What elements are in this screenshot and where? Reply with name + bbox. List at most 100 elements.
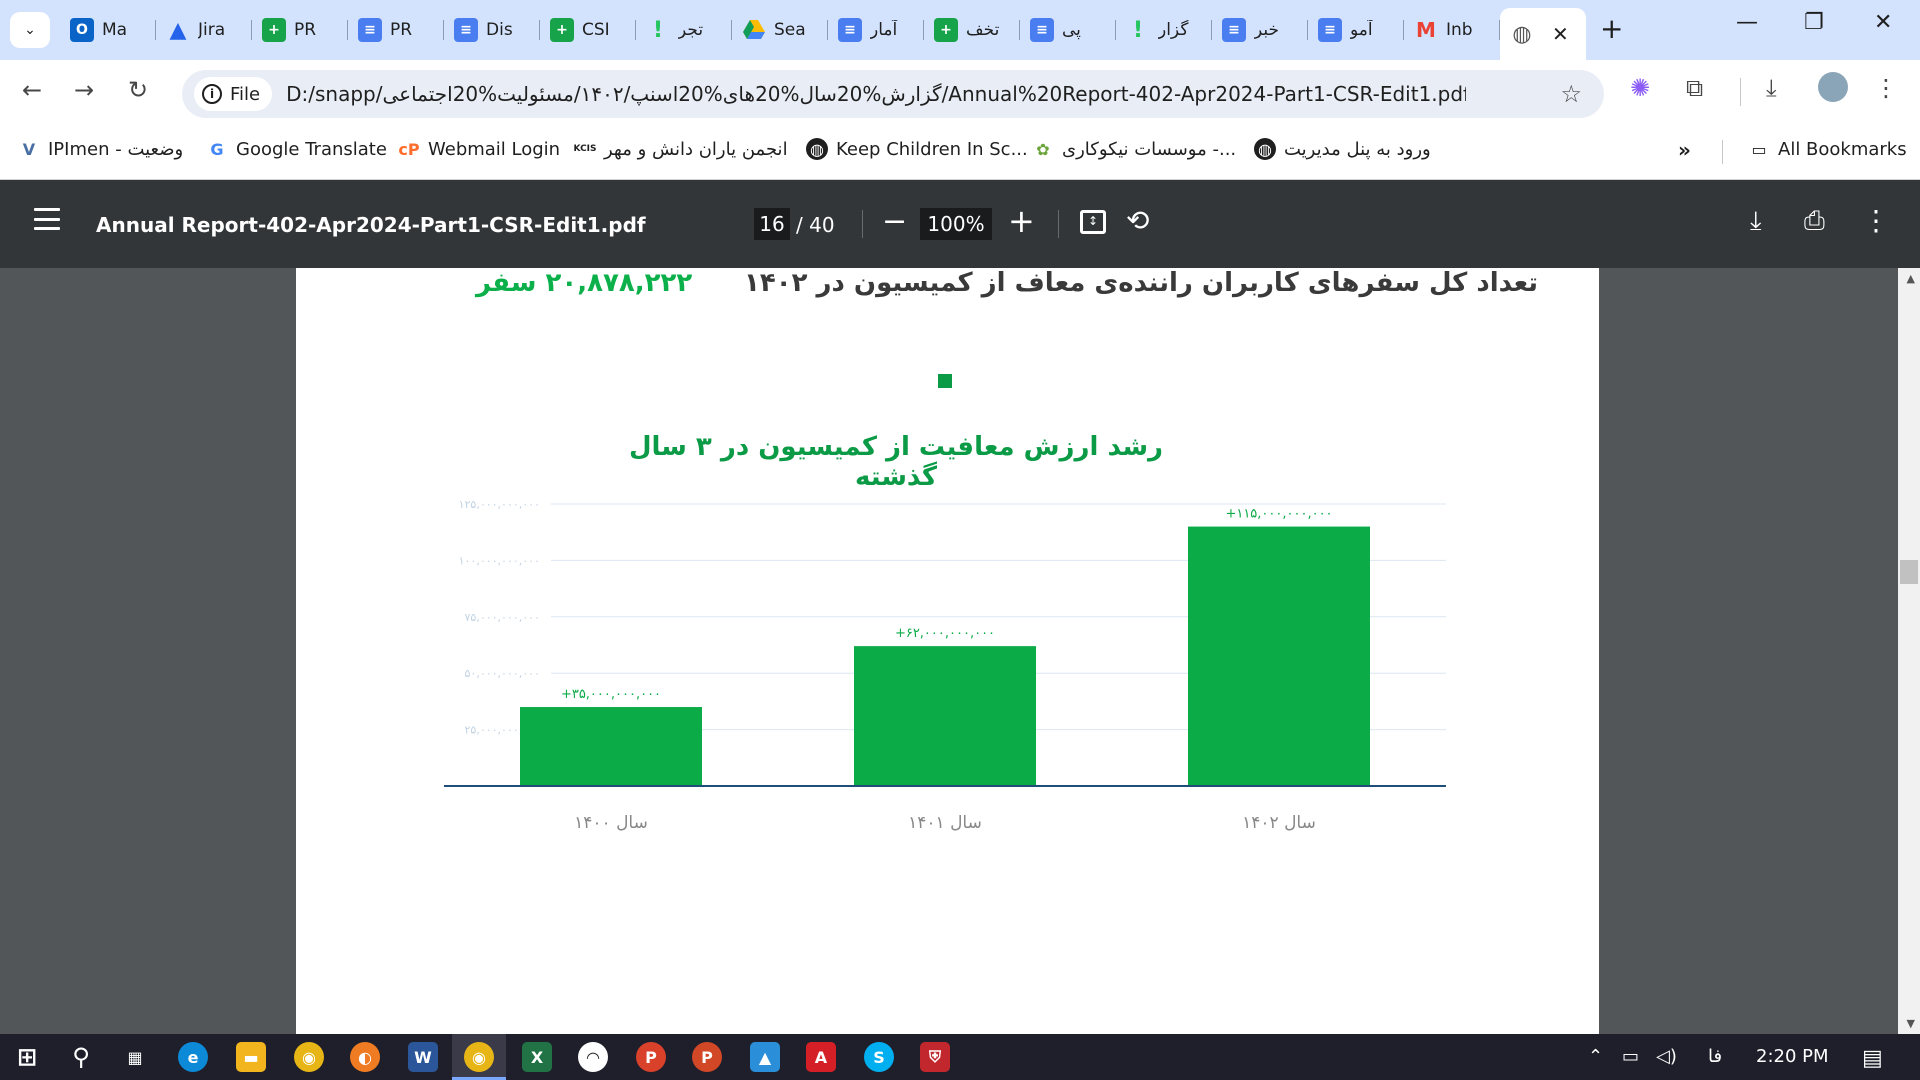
rotate-icon[interactable]: ⟲: [1126, 204, 1149, 237]
reload-button[interactable]: ↻: [128, 76, 148, 104]
fit-to-page-icon[interactable]: ↕: [1080, 210, 1106, 234]
excel-icon[interactable]: X: [522, 1042, 552, 1072]
browser-tab[interactable]: ! گزار: [1116, 8, 1212, 52]
more-actions-icon[interactable]: ⋮: [1862, 204, 1890, 237]
downloads-icon[interactable]: ⤓: [1766, 74, 1777, 102]
browser-tab[interactable]: ≡ آمار: [828, 8, 924, 52]
word-icon[interactable]: W: [408, 1042, 438, 1072]
gmail-icon: M: [1416, 18, 1436, 42]
bar: [520, 707, 702, 786]
powerpoint-icon[interactable]: P: [692, 1042, 722, 1072]
tab-search-button[interactable]: ⌄: [10, 12, 50, 48]
browser-tab[interactable]: ≡ آمو: [1308, 8, 1404, 52]
photos-icon[interactable]: ▲: [750, 1042, 780, 1072]
browser-tab[interactable]: M Inb: [1404, 8, 1500, 52]
tab-title: خبر: [1254, 20, 1280, 40]
browser-tab[interactable]: + PR: [252, 8, 348, 52]
scroll-up-icon[interactable]: ▲: [1907, 272, 1915, 285]
scrollbar-thumb[interactable]: [1900, 560, 1918, 584]
bookmark-ipimen[interactable]: V IPImen - وضعیت: [18, 138, 183, 160]
active-tab[interactable]: ◍ ✕: [1500, 8, 1586, 60]
browser-tab[interactable]: ≡ خبر: [1212, 8, 1308, 52]
bookmark-kcis[interactable]: KCIS انجمن یاران دانش و مهر: [574, 138, 788, 160]
task-view-icon[interactable]: ▦: [120, 1042, 150, 1072]
tab-title: Inb: [1446, 20, 1473, 40]
pdf-menu-icon[interactable]: [34, 208, 60, 230]
address-bar[interactable]: i File D:/snapp/گزارش%20سال%20های%20اسنپ…: [182, 70, 1604, 118]
tab-title: PR: [294, 20, 317, 40]
browser-tab[interactable]: O Ma: [60, 8, 156, 52]
p-app-icon[interactable]: P: [636, 1042, 666, 1072]
site-info-button[interactable]: i File: [194, 77, 273, 111]
back-button[interactable]: ←: [22, 76, 42, 104]
bookmark-label: انجمن یاران دانش و مهر: [604, 138, 788, 160]
volume-icon[interactable]: ◁): [1656, 1046, 1677, 1067]
google-drive-icon: [742, 18, 766, 42]
skype-icon[interactable]: S: [864, 1042, 894, 1072]
browser-tab[interactable]: + CSI: [540, 8, 636, 52]
bookmark-webmail[interactable]: cP Webmail Login: [398, 138, 560, 160]
bookmark-google-translate[interactable]: G Google Translate: [206, 138, 387, 160]
language-indicator[interactable]: فا: [1708, 1046, 1722, 1067]
browser-tab[interactable]: ≡ PR: [348, 8, 444, 52]
bookmarks-overflow-button[interactable]: »: [1678, 138, 1691, 162]
pdf-download-icon[interactable]: ⤓: [1750, 206, 1762, 237]
globe-icon: ◍: [806, 138, 828, 160]
minimize-button[interactable]: —: [1736, 10, 1758, 35]
tab-title: Dis: [486, 20, 513, 40]
zoom-out-button[interactable]: −: [882, 204, 907, 239]
close-window-button[interactable]: ✕: [1874, 10, 1892, 35]
chrome-icon[interactable]: ◉: [294, 1042, 324, 1072]
all-bookmarks-button[interactable]: ▭ All Bookmarks: [1748, 138, 1906, 160]
data-label: +۳۵,۰۰۰,۰۰۰,۰۰۰: [561, 687, 661, 702]
page-number-input[interactable]: 16: [754, 208, 790, 240]
browser-tab[interactable]: Sea: [732, 8, 828, 52]
tab-list: O Ma ▲ Jira + PR ≡ PR ≡ Dis + CSI! تجر Sea ≡ آمار + تخف ≡ پ…: [60, 8, 1586, 60]
url-text[interactable]: D:/snapp/گزارش%20سال%20های%20اسنپ/۱۴۰۲/م…: [286, 82, 1466, 106]
sheets-icon: +: [934, 18, 958, 42]
file-explorer-icon[interactable]: ▬: [236, 1042, 266, 1072]
app-icon[interactable]: ◠: [578, 1042, 608, 1072]
scroll-down-icon[interactable]: ▼: [1907, 1017, 1915, 1030]
firefox-icon[interactable]: ◐: [350, 1042, 380, 1072]
clock[interactable]: 2:20 PM: [1756, 1046, 1829, 1067]
restore-button[interactable]: ❐: [1804, 10, 1824, 35]
print-icon[interactable]: ⎙: [1804, 206, 1825, 237]
browser-tab[interactable]: + تخف: [924, 8, 1020, 52]
bookmark-star-icon[interactable]: ☆: [1560, 80, 1582, 108]
tray-overflow-icon[interactable]: ⌃: [1588, 1046, 1603, 1067]
bookmark-keep-children[interactable]: ◍ Keep Children In Sc...: [806, 138, 1028, 160]
scrollbar[interactable]: ▲ ▼: [1898, 268, 1920, 1034]
profile-avatar[interactable]: [1818, 72, 1848, 102]
shield-app-icon[interactable]: ⛨: [920, 1042, 950, 1072]
scheme-label: File: [230, 83, 261, 105]
forward-button[interactable]: →: [74, 76, 94, 104]
browser-tab[interactable]: ≡ پی: [1020, 8, 1116, 52]
notifications-icon[interactable]: ▤: [1862, 1046, 1883, 1071]
bookmark-label: ورود به پنل مدیریت: [1284, 138, 1431, 160]
browser-tab[interactable]: ▲ Jira: [156, 8, 252, 52]
acrobat-icon[interactable]: A: [806, 1042, 836, 1072]
bookmark-charity[interactable]: ✿ موسسات نیکوکاری -...: [1032, 138, 1236, 160]
battery-icon[interactable]: ▭: [1622, 1046, 1639, 1067]
browser-tab[interactable]: ! تجر: [636, 8, 732, 52]
close-tab-icon[interactable]: ✕: [1552, 22, 1569, 46]
ai-extension-icon[interactable]: ✺: [1630, 74, 1650, 102]
browser-tab[interactable]: ≡ Dis: [444, 8, 540, 52]
pdf-viewer[interactable]: ۲۰,۸۷۸,۲۲۲ سفر تعداد کل سفرهای کاربران ر…: [0, 268, 1920, 1034]
tab-title: Jira: [198, 20, 226, 40]
x-tick-label: سال ۱۴۰۰: [574, 813, 648, 833]
kcis-icon: KCIS: [573, 144, 597, 154]
chrome-active-icon[interactable]: ◉: [464, 1042, 494, 1072]
tab-strip: ⌄ O Ma ▲ Jira + PR ≡ PR ≡ Dis + CSI! تجر Sea ≡ آمار + تخف…: [0, 0, 1920, 60]
edge-icon[interactable]: e: [178, 1042, 208, 1072]
bookmark-admin-panel[interactable]: ◍ ورود به پنل مدیریت: [1254, 138, 1431, 160]
browser-menu-icon[interactable]: ⋮: [1874, 74, 1898, 102]
new-tab-button[interactable]: +: [1600, 12, 1623, 45]
start-icon[interactable]: ⊞: [12, 1042, 42, 1072]
zoom-in-button[interactable]: +: [1008, 202, 1035, 240]
zoom-level-input[interactable]: 100%: [920, 208, 992, 240]
extensions-icon[interactable]: ⧉: [1686, 74, 1703, 102]
search-icon[interactable]: ⚲: [66, 1042, 96, 1072]
browser-toolbar: ← → ↻ i File D:/snapp/گزارش%20سال%20های%…: [0, 60, 1920, 124]
